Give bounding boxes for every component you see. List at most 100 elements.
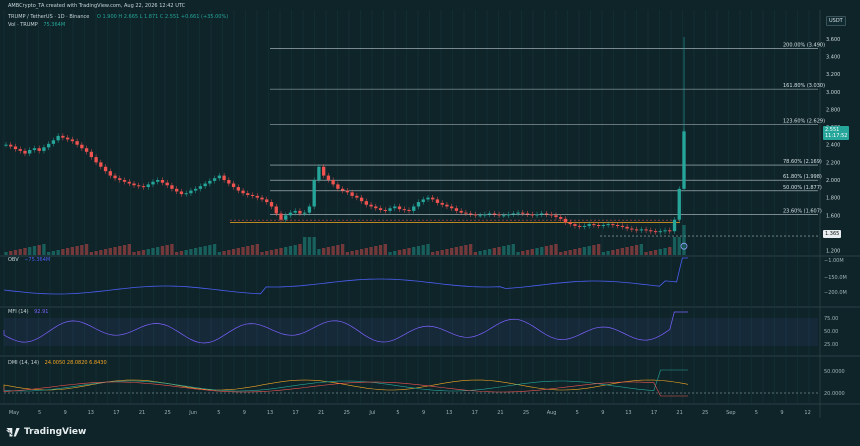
volume-bar xyxy=(28,247,32,255)
candle-body xyxy=(521,212,525,214)
volume-bar xyxy=(265,251,269,255)
volume-bar xyxy=(364,248,368,255)
volume-bar xyxy=(137,251,141,255)
volume-bar xyxy=(118,246,122,255)
x-tick-label: 9 xyxy=(64,410,67,416)
volume-bar xyxy=(217,252,222,255)
candle-body xyxy=(559,217,563,219)
symbol-title[interactable]: TRUMP / TetherUS · 1D · Binance xyxy=(8,14,89,20)
volume-bar xyxy=(369,247,373,255)
volume-bar xyxy=(179,251,184,255)
candle-body xyxy=(658,231,662,233)
candle-body xyxy=(374,206,378,209)
volume-bar xyxy=(65,248,70,255)
volume-bar xyxy=(658,249,662,255)
candle-body xyxy=(601,225,606,226)
volume-bar xyxy=(189,249,193,255)
volume-bar xyxy=(563,251,568,255)
candle-body xyxy=(630,228,634,230)
candle-body xyxy=(179,191,184,195)
candle-body xyxy=(127,181,131,184)
volume-label[interactable]: Vol · TRUMP xyxy=(8,22,38,28)
price-tick-label: 2.400 xyxy=(826,143,840,149)
candle-body xyxy=(397,206,402,210)
mfi-label[interactable]: MFI (14) xyxy=(8,309,29,315)
mfi-band xyxy=(4,318,818,346)
obv-legend: OBV −75.364M xyxy=(8,257,50,263)
volume-bar xyxy=(388,252,392,255)
candle-body xyxy=(578,225,582,227)
candle-body xyxy=(402,209,406,211)
candle-body xyxy=(165,182,169,186)
last-price-badge: 2.551 11:17:52 xyxy=(823,126,850,140)
candle-body xyxy=(483,214,487,216)
volume-bar xyxy=(231,249,236,255)
currency-badge[interactable]: USDT xyxy=(826,16,846,26)
candle-body xyxy=(198,186,203,189)
x-tick-label: 17 xyxy=(472,410,478,416)
x-tick-label: 5 xyxy=(396,410,399,416)
price-tick-label: 3.000 xyxy=(826,90,840,96)
candle-body xyxy=(208,180,212,184)
volume-bar xyxy=(378,245,383,255)
x-tick-label: Aug xyxy=(547,410,557,416)
volume-bar xyxy=(80,245,84,255)
candle-body xyxy=(241,190,245,194)
price-tick-label: 2.800 xyxy=(826,107,840,113)
volume-bar xyxy=(18,249,22,255)
candle-body xyxy=(587,224,591,226)
volume-bar xyxy=(383,244,387,255)
mfi-tick-label: 75.00 xyxy=(824,316,838,322)
x-tick-label: 9 xyxy=(780,410,783,416)
volume-bar xyxy=(549,245,553,255)
volume-bar xyxy=(47,252,51,255)
candle-body xyxy=(47,143,51,148)
candle-body xyxy=(573,224,577,226)
candle-body xyxy=(345,190,350,193)
volume-bar xyxy=(402,249,406,255)
candle-body xyxy=(203,183,207,187)
candle-body xyxy=(364,201,368,205)
candle-body xyxy=(113,175,117,179)
candle-body xyxy=(516,212,520,214)
price-marker-badge: 1.365 xyxy=(823,230,842,238)
volume-bar xyxy=(9,251,13,255)
candle-body xyxy=(236,187,240,191)
candle-body xyxy=(412,206,416,211)
candle-body xyxy=(393,206,397,209)
obv-label[interactable]: OBV xyxy=(8,257,19,263)
candle-body xyxy=(250,195,255,196)
candle-body xyxy=(672,219,677,232)
fib-label: 123.60% (2.629) xyxy=(783,119,825,125)
candle-body xyxy=(175,188,179,192)
volume-bar xyxy=(293,245,297,255)
candle-body xyxy=(563,218,568,223)
volume-bar xyxy=(227,250,231,255)
candle-body xyxy=(549,214,553,216)
mfi-value: 92.91 xyxy=(34,309,49,315)
volume-bar xyxy=(450,248,454,255)
volume-bar xyxy=(435,251,440,255)
volume-bar xyxy=(464,245,468,255)
volume-bar xyxy=(497,247,501,255)
volume-bar xyxy=(279,248,283,255)
x-tick-label: 17 xyxy=(292,410,298,416)
candle-body xyxy=(118,178,122,180)
candle-body xyxy=(212,178,217,181)
volume-bar xyxy=(75,246,79,255)
volume-bar xyxy=(596,244,601,255)
chart-root: 3.6003.4003.2003.0002.8002.6002.4002.200… xyxy=(0,0,860,446)
candle-body xyxy=(51,140,56,144)
volume-bar xyxy=(326,247,331,255)
candle-body xyxy=(511,213,515,215)
candle-body xyxy=(369,204,373,207)
volume-bar xyxy=(525,250,530,255)
dmi-label[interactable]: DMI (14, 14) xyxy=(8,360,39,366)
candle-body xyxy=(317,166,321,180)
tradingview-logo[interactable]: TradingView xyxy=(6,427,86,437)
obv-tick-label: −1.00M xyxy=(824,258,844,264)
candle-body xyxy=(65,137,70,140)
candle-body xyxy=(303,212,307,214)
volume-bar xyxy=(222,251,226,255)
volume-bar xyxy=(255,244,259,255)
